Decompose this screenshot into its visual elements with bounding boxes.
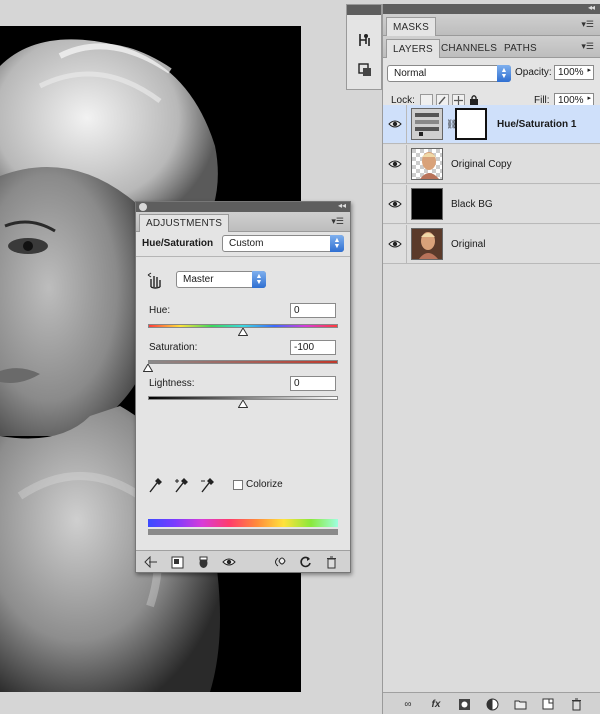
fill-arrow-icon[interactable]: ▸ <box>587 94 591 102</box>
blend-mode-value: Normal <box>394 68 427 79</box>
adjustments-panel: ◂◂ ADJUSTMENTS ▾☰ Hue/Saturation Custom … <box>135 201 351 573</box>
right-dock: ◂◂ MASKS ▾☰ LAYERS CHANNELS PATHS ▾☰ Nor… <box>382 3 600 714</box>
layer-name: Original Copy <box>451 159 512 170</box>
layers-panel-header: LAYERS CHANNELS PATHS ▾☰ <box>383 36 600 58</box>
collapse-arrows-icon[interactable]: ◂◂ <box>338 201 346 210</box>
adjustments-menu-icon[interactable]: ▾☰ <box>331 216 344 227</box>
preset-select[interactable]: Custom ▲ ▼ <box>222 235 344 252</box>
saturation-field[interactable]: -100 <box>290 340 336 355</box>
visibility-toggle[interactable] <box>383 145 407 184</box>
opacity-arrow-icon[interactable]: ▸ <box>587 66 591 74</box>
opacity-label: Opacity: <box>515 67 552 78</box>
output-color-bar <box>148 529 338 535</box>
new-layer-icon[interactable] <box>541 697 555 711</box>
layer-thumbnail <box>411 228 443 260</box>
panel-menu-icon[interactable]: ▾☰ <box>581 19 594 30</box>
layer-thumbnail <box>411 148 443 180</box>
layer-thumbnail <box>411 188 443 220</box>
mini-dock-titlebar[interactable] <box>347 5 381 15</box>
layers-list: ⛓ Hue/Saturation 1 Original Copy Black B… <box>383 105 600 265</box>
adjustment-type-title: Hue/Saturation <box>142 238 214 249</box>
channel-value: Master <box>183 274 214 285</box>
channel-select[interactable]: Master ▲ ▼ <box>176 271 266 288</box>
adjustments-titlebar[interactable]: ◂◂ <box>136 201 350 212</box>
layers-bottom-bar: ∞ fx <box>383 692 600 714</box>
masks-panel-header: MASKS ▾☰ <box>383 14 600 36</box>
eye-icon <box>388 160 402 168</box>
blend-mode-select[interactable]: Normal ▲ ▼ <box>387 65 511 82</box>
back-arrow-icon[interactable] <box>144 555 158 569</box>
visibility-toggle[interactable] <box>383 225 407 264</box>
close-panel-icon[interactable] <box>139 203 147 211</box>
tab-masks[interactable]: MASKS <box>386 17 437 36</box>
delete-adjustment-icon[interactable] <box>324 555 338 569</box>
tab-paths[interactable]: PATHS <box>498 39 543 58</box>
visibility-eye-icon[interactable] <box>222 555 236 569</box>
adjustments-icon[interactable] <box>356 31 374 49</box>
visibility-toggle[interactable] <box>383 185 407 224</box>
divider <box>136 256 350 257</box>
hue-field[interactable]: 0 <box>290 303 336 318</box>
eye-icon <box>388 120 402 128</box>
masks-icon[interactable] <box>356 61 374 79</box>
layer-row-original-copy[interactable]: Original Copy <box>383 145 600 184</box>
lightness-label: Lightness: <box>149 378 195 389</box>
targeted-adjustment-hand-icon[interactable] <box>146 272 164 290</box>
clip-layer-icon[interactable] <box>196 555 210 569</box>
layers-panel-menu-icon[interactable]: ▾☰ <box>581 41 594 52</box>
collapse-arrows-icon[interactable]: ◂◂ <box>588 3 595 12</box>
view-previous-icon[interactable] <box>272 555 286 569</box>
adjustments-bottom-bar <box>136 550 350 572</box>
layer-name: Black BG <box>451 199 493 210</box>
adjustment-thumbnail-icon <box>411 108 443 140</box>
layer-row-black-bg[interactable]: Black BG <box>383 185 600 224</box>
link-layers-icon[interactable]: ∞ <box>401 697 415 711</box>
layer-name: Original <box>451 239 486 250</box>
saturation-slider-track[interactable] <box>148 360 338 364</box>
hue-value: 0 <box>294 305 300 316</box>
input-color-bar <box>148 519 338 527</box>
new-group-icon[interactable] <box>513 697 527 711</box>
dock-titlebar[interactable]: ◂◂ <box>383 3 600 14</box>
stepper-icon: ▲ ▼ <box>497 65 511 82</box>
tab-channels[interactable]: CHANNELS <box>435 39 503 58</box>
visibility-toggle[interactable] <box>383 105 407 144</box>
opacity-field[interactable]: 100% ▸ <box>554 65 594 80</box>
tab-layers[interactable]: LAYERS <box>386 39 440 58</box>
mini-dock <box>346 4 382 90</box>
hue-label: Hue: <box>149 305 171 316</box>
eye-icon <box>388 240 402 248</box>
layer-name: Hue/Saturation 1 <box>497 119 577 130</box>
eyedropper-minus-icon[interactable] <box>200 478 214 497</box>
expand-view-icon[interactable] <box>170 555 184 569</box>
reset-icon[interactable] <box>298 555 312 569</box>
adjustments-header: ADJUSTMENTS ▾☰ <box>136 212 350 232</box>
layer-row-original[interactable]: Original <box>383 225 600 264</box>
delete-layer-icon[interactable] <box>569 697 583 711</box>
stepper-icon: ▲ ▼ <box>330 235 344 252</box>
add-mask-icon[interactable] <box>457 697 471 711</box>
preset-value: Custom <box>229 238 264 249</box>
opacity-value: 100% <box>558 67 584 78</box>
eyedropper-plus-icon[interactable] <box>174 478 188 497</box>
fx-icon[interactable]: fx <box>429 697 443 711</box>
colorize-checkbox[interactable] <box>233 480 243 490</box>
colorize-label: Colorize <box>246 479 283 490</box>
lightness-value: 0 <box>294 378 300 389</box>
eyedropper-icon[interactable] <box>148 478 162 497</box>
lightness-field[interactable]: 0 <box>290 376 336 391</box>
new-adjustment-icon[interactable] <box>485 697 499 711</box>
eye-icon <box>388 200 402 208</box>
layer-mask-thumbnail[interactable] <box>455 108 487 140</box>
saturation-label: Saturation: <box>149 342 198 353</box>
stepper-icon: ▲ ▼ <box>252 271 266 288</box>
layer-row-hue-saturation[interactable]: ⛓ Hue/Saturation 1 <box>383 105 600 144</box>
saturation-value: -100 <box>294 342 315 353</box>
tab-adjustments[interactable]: ADJUSTMENTS <box>139 214 230 232</box>
